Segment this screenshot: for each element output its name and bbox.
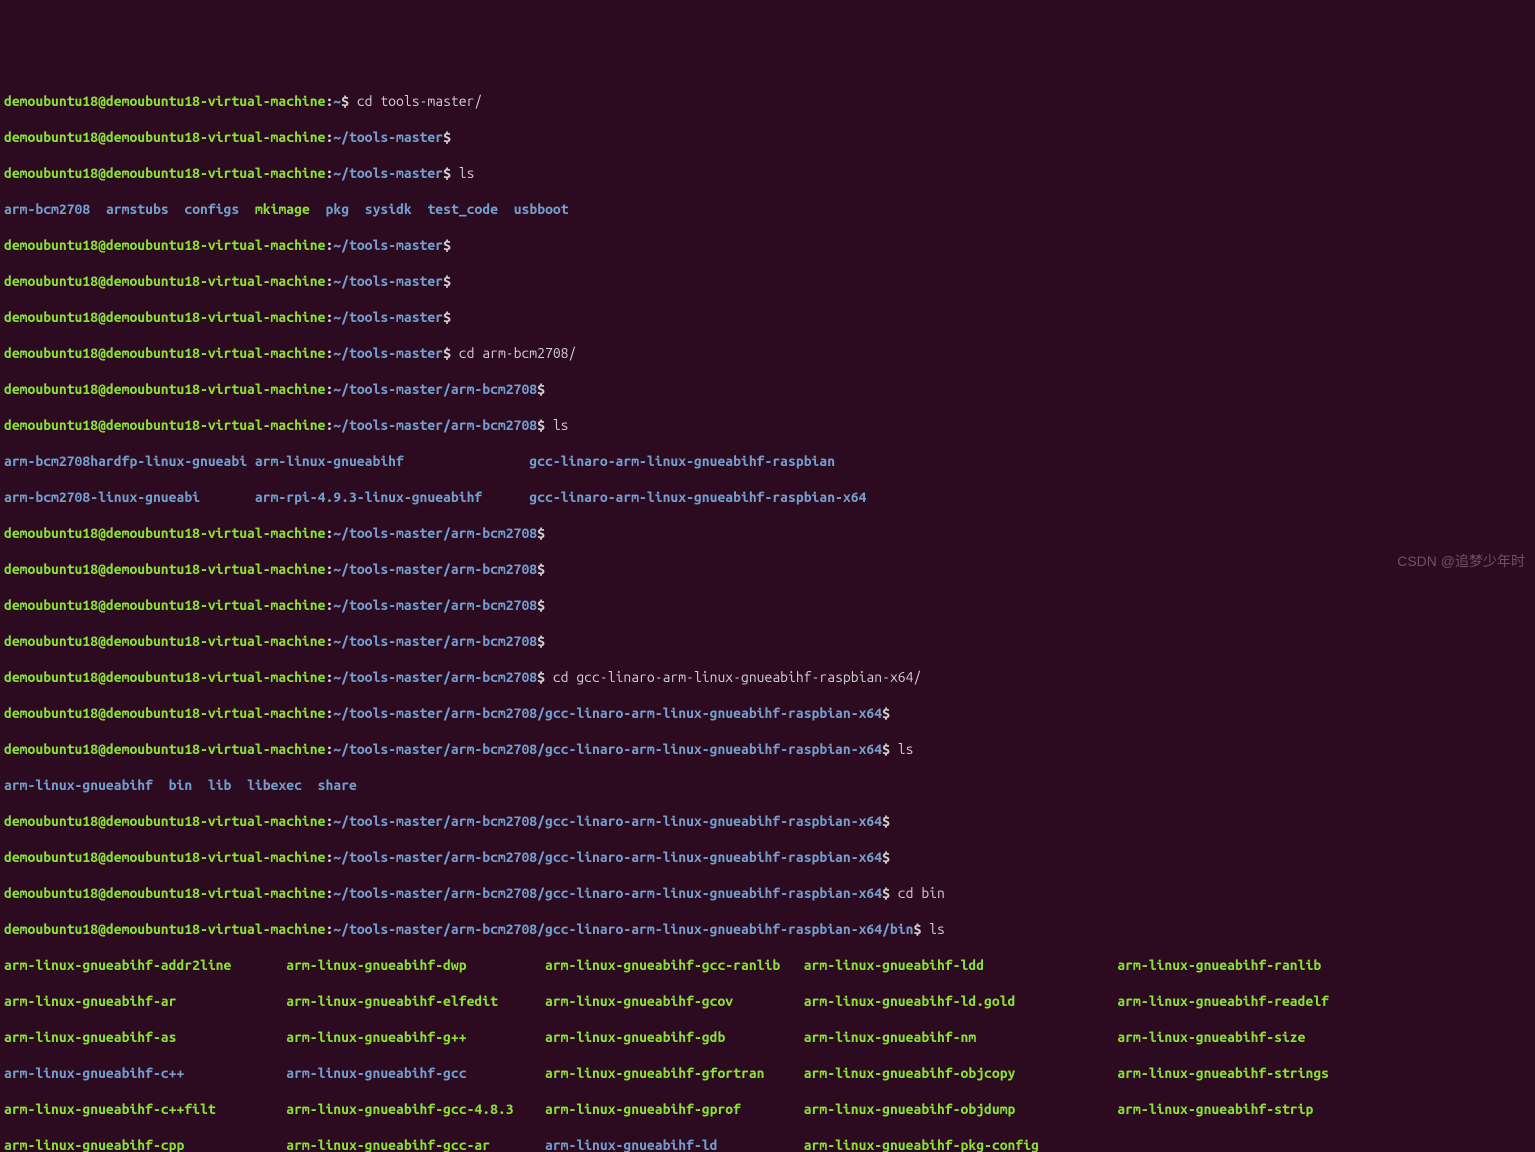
prompt-line: demoubuntu18@demoubuntu18-virtual-machin… [4, 848, 1531, 866]
watermark: CSDN @追梦少年时 [1397, 552, 1525, 570]
ls-output: arm-linux-gnueabihf-ar arm-linux-gnueabi… [4, 992, 1531, 1010]
prompt-line: demoubuntu18@demoubuntu18-virtual-machin… [4, 812, 1531, 830]
ls-output: arm-linux-gnueabihf-addr2line arm-linux-… [4, 956, 1531, 974]
prompt-line: demoubuntu18@demoubuntu18-virtual-machin… [4, 164, 1531, 182]
prompt-line: demoubuntu18@demoubuntu18-virtual-machin… [4, 740, 1531, 758]
prompt-line: demoubuntu18@demoubuntu18-virtual-machin… [4, 416, 1531, 434]
prompt-line: demoubuntu18@demoubuntu18-virtual-machin… [4, 308, 1531, 326]
prompt-line: demoubuntu18@demoubuntu18-virtual-machin… [4, 884, 1531, 902]
prompt-line: demoubuntu18@demoubuntu18-virtual-machin… [4, 236, 1531, 254]
cwd: ~ [333, 93, 341, 109]
prompt-line: demoubuntu18@demoubuntu18-virtual-machin… [4, 344, 1531, 362]
ls-output: arm-linux-gnueabihf-c++ arm-linux-gnueab… [4, 1064, 1531, 1082]
ls-output: arm-bcm2708-linux-gnueabi arm-rpi-4.9.3-… [4, 488, 1531, 506]
ls-output: arm-linux-gnueabihf-c++filt arm-linux-gn… [4, 1100, 1531, 1118]
prompt-line: demoubuntu18@demoubuntu18-virtual-machin… [4, 596, 1531, 614]
prompt-line: demoubuntu18@demoubuntu18-virtual-machin… [4, 92, 1531, 110]
prompt-line: demoubuntu18@demoubuntu18-virtual-machin… [4, 524, 1531, 542]
user-host: demoubuntu18@demoubuntu18-virtual-machin… [4, 93, 325, 109]
ls-output: arm-bcm2708hardfp-linux-gnueabi arm-linu… [4, 452, 1531, 470]
ls-output: arm-linux-gnueabihf-cpp arm-linux-gnueab… [4, 1136, 1531, 1152]
terminal-output[interactable]: demoubuntu18@demoubuntu18-virtual-machin… [4, 74, 1531, 1152]
prompt-line: demoubuntu18@demoubuntu18-virtual-machin… [4, 128, 1531, 146]
prompt-line: demoubuntu18@demoubuntu18-virtual-machin… [4, 272, 1531, 290]
prompt-line: demoubuntu18@demoubuntu18-virtual-machin… [4, 920, 1531, 938]
command: cd tools-master/ [349, 93, 482, 109]
prompt-line: demoubuntu18@demoubuntu18-virtual-machin… [4, 380, 1531, 398]
ls-output: arm-bcm2708 armstubs configs mkimage pkg… [4, 200, 1531, 218]
ls-output: arm-linux-gnueabihf bin lib libexec shar… [4, 776, 1531, 794]
ls-output: arm-linux-gnueabihf-as arm-linux-gnueabi… [4, 1028, 1531, 1046]
prompt-line: demoubuntu18@demoubuntu18-virtual-machin… [4, 668, 1531, 686]
prompt-line: demoubuntu18@demoubuntu18-virtual-machin… [4, 560, 1531, 578]
prompt-line: demoubuntu18@demoubuntu18-virtual-machin… [4, 632, 1531, 650]
prompt-line: demoubuntu18@demoubuntu18-virtual-machin… [4, 704, 1531, 722]
